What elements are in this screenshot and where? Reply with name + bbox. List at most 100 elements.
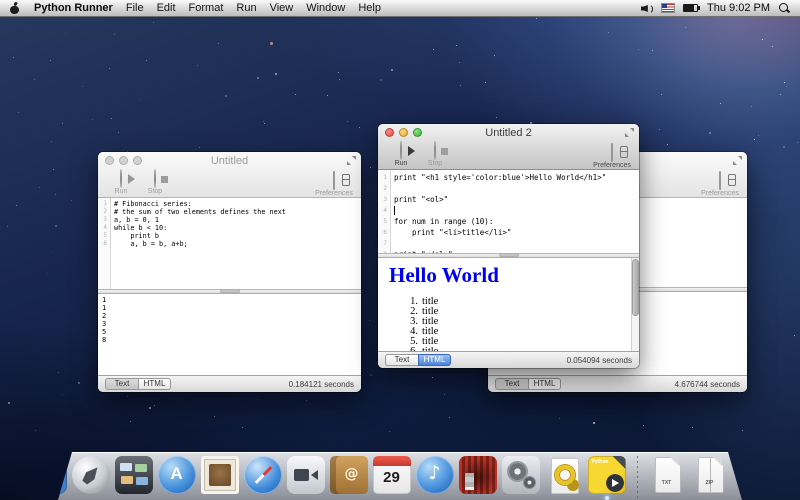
stop-button[interactable]: Stop	[138, 170, 172, 197]
menu-bar-status: Thu 9:02 PM	[641, 2, 790, 14]
code-line: 4	[378, 205, 639, 216]
close-button[interactable]	[105, 156, 114, 165]
output-scrollbar[interactable]	[631, 258, 639, 351]
dock-icon-mission-control[interactable]	[115, 456, 153, 494]
code-line: 5 print b	[98, 232, 361, 240]
center-output: Hello World 1.title2.title3.title4.title…	[378, 258, 639, 351]
dock-icon-label: Python	[592, 459, 609, 465]
center-window: Untitled 2 Run Stop Preferences 1print "…	[378, 124, 639, 368]
zoom-button[interactable]	[413, 128, 422, 137]
list-item: 6.title	[378, 347, 639, 351]
spotlight-icon[interactable]	[779, 3, 790, 14]
window-title: Untitled 2	[485, 127, 531, 139]
text-tab[interactable]: Text	[105, 378, 138, 390]
menu-bar: Python Runner File Edit Format Run View Windo…	[0, 0, 800, 17]
code-text	[390, 183, 394, 194]
dock-icon-address-book[interactable]	[330, 456, 368, 494]
fullscreen-icon[interactable]	[625, 128, 634, 137]
dock-icon-app-store[interactable]	[158, 456, 196, 494]
preferences-label: Preferences	[697, 190, 743, 197]
code-text: print "<h1 style='color:blue'>Hello Worl…	[390, 172, 606, 183]
html-tab[interactable]: HTML	[528, 378, 561, 390]
zoom-button[interactable]	[133, 156, 142, 165]
menu-help[interactable]: Help	[358, 2, 381, 14]
output-line: 8	[98, 336, 361, 344]
menu-clock[interactable]: Thu 9:02 PM	[707, 2, 770, 14]
play-icon	[120, 169, 122, 188]
code-line: 1# Fibonacci series:	[98, 200, 361, 208]
text-tab[interactable]: Text	[385, 354, 418, 366]
dock-icon-label: 29	[373, 469, 411, 486]
stop-icon	[434, 141, 436, 160]
dock-icon-ical[interactable]: 29	[373, 456, 411, 494]
left-window-chrome: Untitled Run Stop Preferences	[98, 152, 361, 198]
menu-edit[interactable]: Edit	[157, 2, 176, 14]
menu-view[interactable]: View	[270, 2, 294, 14]
dock-icon-launchpad[interactable]	[72, 456, 110, 494]
left-titlebar[interactable]: Untitled	[98, 152, 361, 169]
code-text: for num in range (10):	[390, 216, 493, 227]
left-traffic-lights	[105, 156, 142, 165]
dock: 29 Python TXT ZIP	[58, 452, 742, 500]
html-tab[interactable]: HTML	[138, 378, 171, 390]
battery-icon[interactable]	[683, 4, 698, 12]
code-text: # Fibonacci series:	[110, 200, 192, 208]
preferences-icon	[719, 171, 721, 190]
apple-menu-icon[interactable]	[10, 2, 20, 14]
dock-icon-facetime[interactable]	[287, 456, 325, 494]
output-line: 3	[98, 320, 361, 328]
app-menu-title[interactable]: Python Runner	[34, 2, 113, 14]
running-indicator	[605, 496, 609, 500]
center-editor[interactable]: 1print "<h1 style='color:blue'>Hello Wor…	[378, 170, 639, 253]
run-label: Run	[104, 188, 138, 195]
preferences-label: Preferences	[311, 190, 357, 197]
fullscreen-icon[interactable]	[733, 156, 742, 165]
fullscreen-icon[interactable]	[347, 156, 356, 165]
text-tab[interactable]: Text	[495, 378, 528, 390]
menu-format[interactable]: Format	[189, 2, 224, 14]
code-text: while b < 10:	[110, 224, 167, 232]
stop-label: Stop	[138, 188, 172, 195]
menu-window[interactable]: Window	[306, 2, 345, 14]
dock-icon-label: TXT	[648, 480, 686, 486]
dock-icon-itunes[interactable]	[416, 456, 454, 494]
left-editor[interactable]: 1# Fibonacci series:2# the sum of two el…	[98, 198, 361, 289]
dock-icon-mail[interactable]	[201, 456, 239, 494]
code-line: 1print "<h1 style='color:blue'>Hello Wor…	[378, 172, 639, 183]
minimize-button[interactable]	[119, 156, 128, 165]
line-number: 6	[378, 227, 390, 238]
menu-file[interactable]: File	[126, 2, 144, 14]
keyboard-flag-icon[interactable]	[662, 4, 674, 12]
dock-icon-python-runner[interactable]: Python	[588, 456, 626, 494]
code-line: 7	[378, 238, 639, 249]
dock-icon-system-preferences[interactable]	[502, 456, 540, 494]
line-number: 3	[98, 216, 110, 224]
dock-icon-safari[interactable]	[244, 456, 282, 494]
dock-icon-txt-file[interactable]: TXT	[648, 456, 686, 494]
dock-icon-zip-file[interactable]: ZIP	[691, 456, 729, 494]
scrollbar-thumb[interactable]	[633, 260, 638, 315]
dock-icon-python-doc[interactable]	[545, 456, 583, 494]
html-tab[interactable]: HTML	[418, 354, 451, 366]
preferences-button[interactable]: Preferences	[697, 172, 743, 197]
output-line: 1	[98, 296, 361, 304]
preferences-button[interactable]: Preferences	[589, 144, 635, 169]
volume-icon[interactable]	[641, 3, 653, 13]
preferences-label: Preferences	[589, 162, 635, 169]
close-button[interactable]	[385, 128, 394, 137]
html-heading: Hello World	[389, 263, 639, 288]
menu-run[interactable]: Run	[236, 2, 256, 14]
center-toolbar: Run Stop Preferences	[378, 141, 639, 169]
line-number: 6	[98, 240, 110, 248]
preferences-button[interactable]: Preferences	[311, 172, 357, 197]
center-view-switch: Text HTML	[385, 354, 451, 366]
dock-icon-photo-booth[interactable]	[459, 456, 497, 494]
stop-button[interactable]: Stop	[418, 142, 452, 169]
minimize-button[interactable]	[399, 128, 408, 137]
line-number: 2	[98, 208, 110, 216]
run-button[interactable]: Run	[384, 142, 418, 169]
run-button[interactable]: Run	[104, 170, 138, 197]
center-titlebar[interactable]: Untitled 2	[378, 124, 639, 141]
desktop: Python Runner File Edit Format Run View Windo…	[0, 0, 800, 500]
code-text: print b	[110, 232, 159, 240]
